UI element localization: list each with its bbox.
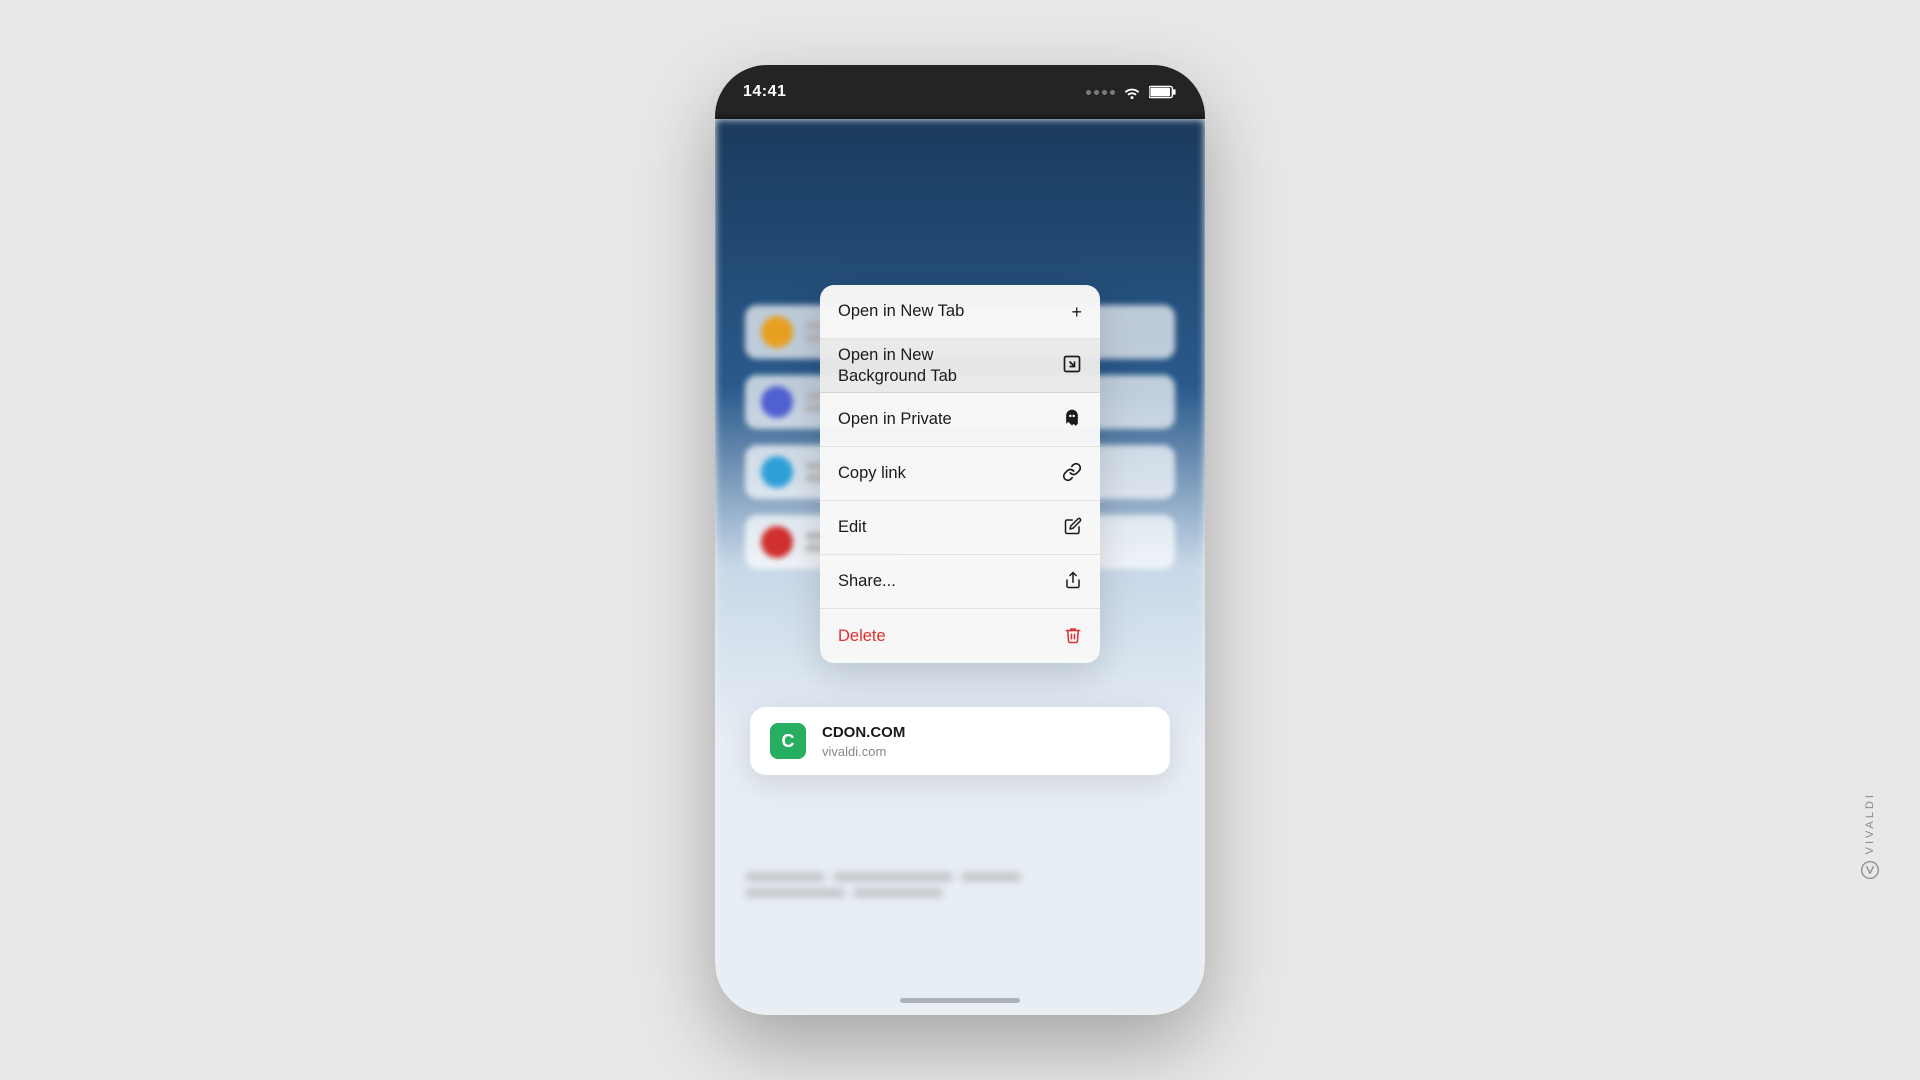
plus-icon: + (1071, 303, 1082, 321)
menu-item-share[interactable]: Share... (820, 555, 1100, 609)
context-menu: Open in New Tab + Open in NewBackground … (820, 285, 1100, 663)
home-indicator (900, 998, 1020, 1003)
menu-item-open-new-tab[interactable]: Open in New Tab + (820, 285, 1100, 339)
menu-item-open-bg-tab-label: Open in NewBackground Tab (838, 345, 957, 386)
menu-item-open-bg-tab[interactable]: Open in NewBackground Tab (820, 339, 1100, 393)
trash-icon (1064, 625, 1082, 648)
vivaldi-brand: VIVALDI (1860, 792, 1880, 880)
status-icons (1086, 85, 1177, 99)
phone-frame: 14:41 (715, 65, 1205, 1015)
menu-item-open-private-label: Open in Private (838, 409, 952, 430)
url-domain: vivaldi.com (822, 744, 905, 759)
share-icon (1064, 570, 1082, 593)
menu-item-edit-label: Edit (838, 517, 866, 538)
bg-tab-icon (1062, 354, 1082, 377)
edit-icon (1064, 517, 1082, 538)
wifi-icon (1123, 85, 1141, 99)
menu-item-edit[interactable]: Edit (820, 501, 1100, 555)
menu-item-copy-link-label: Copy link (838, 463, 906, 484)
menu-item-delete[interactable]: Delete (820, 609, 1100, 663)
vivaldi-text: VIVALDI (1864, 792, 1876, 854)
menu-item-share-label: Share... (838, 571, 896, 592)
menu-item-copy-link[interactable]: Copy link (820, 447, 1100, 501)
menu-item-open-new-tab-label: Open in New Tab (838, 301, 964, 322)
url-title: CDON.COM (822, 724, 905, 741)
signal-icon (1086, 90, 1115, 95)
menu-item-delete-label: Delete (838, 626, 886, 647)
menu-item-open-private[interactable]: Open in Private (820, 393, 1100, 447)
url-preview-card: C CDON.COM vivaldi.com (750, 707, 1170, 775)
status-bar: 14:41 (715, 65, 1205, 119)
status-time: 14:41 (743, 83, 786, 101)
ghost-icon (1062, 408, 1082, 431)
battery-icon (1149, 85, 1177, 99)
vivaldi-logo-icon (1860, 860, 1880, 880)
phone-screen: 14:41 (715, 65, 1205, 1015)
url-favicon: C (770, 723, 806, 759)
url-info: CDON.COM vivaldi.com (822, 724, 905, 759)
link-icon (1062, 462, 1082, 485)
